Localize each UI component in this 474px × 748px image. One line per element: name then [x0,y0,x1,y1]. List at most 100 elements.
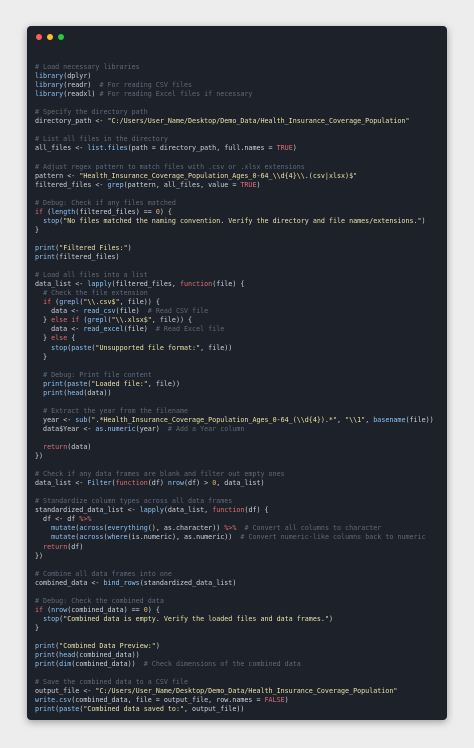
code-line: # Extract the year from the filename [35,407,447,416]
code-line: # Specify the directory path [35,108,447,117]
code-line: return(data) [35,443,447,452]
code-line: } else { [35,334,447,343]
code-line: df <- df %>% [35,515,447,524]
code-line: data_list <- Filter(function(df) nrow(df… [35,479,447,488]
code-line: mutate(across(where(is.numeric), as.nume… [35,533,447,542]
code-token: stop [43,614,60,623]
code-token: nrow [51,605,68,614]
code-token: "Combined data is empty. Verify the load… [63,614,329,623]
code-line: write.csv(combined_data, file = output_f… [35,696,447,705]
code-token: (filtered_files) [55,253,120,262]
maximize-dot[interactable] [58,34,64,40]
code-line: filtered_files <- grep(pattern, all_file… [35,181,447,190]
code-token: , data_list) [216,479,265,488]
code-line: print(filtered_files) [35,253,447,262]
code-token: pattern [35,171,68,180]
code-token: , file)) { [119,298,160,307]
code-token: ) [155,642,160,651]
code-line: data <- read_csv(file) # Read CSV file [35,307,447,316]
code-token: "Loaded file:" [91,379,148,388]
code-token: "Health_Insurance_Coverage_Population_Ag… [79,171,358,180]
code-token: <- [91,578,104,587]
code-token: ) [284,696,289,705]
code-token: function [179,280,213,289]
code-token: ) [328,614,333,623]
code-line: if (grepl("\\.csv$", file)) { [35,298,447,307]
code-token: lapply [87,280,112,289]
code-token: ( [43,207,52,216]
code-line: } [35,353,447,362]
code-token: stop [43,216,60,225]
code-token: print [43,388,64,397]
code-token: filtered_files [35,180,96,189]
code-line: output_file <- "C:/Users/User_Name/Deskt… [35,687,447,696]
code-token: # Add a Year column [167,424,245,433]
close-dot[interactable] [36,34,42,40]
code-line: print(paste("Combined data saved to:", o… [35,705,447,714]
code-token: across [79,524,104,533]
code-line: library(dplyr) [35,72,447,81]
code-token: "Unsupported file format:" [95,343,201,352]
code-token: library [35,90,64,99]
code-token: print [35,253,56,262]
code-token: "C:/Users/User_Name/Desktop/Demo_Data/He… [95,687,398,696]
code-line: if (length(filtered_files) == 0) { [35,208,447,217]
code-token: (readr) [63,81,100,90]
code-token: # Read CSV file [147,307,209,316]
code-token: nrow [167,479,185,488]
code-token: lapply [139,506,164,515]
code-token: else if [51,316,80,325]
code-token: (data) [67,443,92,452]
code-token: print [35,243,56,252]
code-line: } [35,624,447,633]
code-token: paste [67,379,88,388]
code-token: (), as.character)) [147,524,225,533]
code-token: (combined_data, file = output_file, row.… [71,696,265,705]
code-token: data <- [35,325,84,334]
code-token: ) [127,243,132,252]
code-token: (df) > [184,479,213,488]
code-token: # Standardize column types across all da… [35,497,233,506]
code-token: data <- [35,307,84,316]
code-token: (dplyr) [63,72,92,81]
code-token: stop [51,343,68,352]
code-token: if [43,298,52,307]
code-token: } [35,316,52,325]
code-token: # Load all files into a list [35,271,148,280]
code-token: <- [127,506,140,515]
code-token: # Check if any data frames are blank and… [35,470,285,479]
code-token: as.numeric [95,424,136,433]
minimize-dot[interactable] [47,34,53,40]
code-line: # Load necessary libraries [35,63,447,72]
code-token: # Check the file extension [43,289,148,298]
code-token: <- [75,479,88,488]
code-token: (df) { [244,506,269,515]
code-line: print(head(data)) [35,389,447,398]
code-token: output_file [35,687,84,696]
code-token: <- [75,144,88,153]
code-line: # Load all files into a list [35,271,447,280]
code-token: if [35,605,44,614]
code-line: # Combine all data frames into one [35,570,447,579]
code-line: print(paste("Loaded file:", file)) [35,380,447,389]
code-token: (combined_data) == [67,605,144,614]
code-token: # For reading Excel files if necessary [99,90,253,99]
code-token: , file)) [147,379,180,388]
code-token: }) [35,551,44,560]
code-token: data_list [35,479,76,488]
code-token: print [35,705,56,714]
code-token: (path = directory_path, full.names = [127,144,277,153]
code-token: ) { [159,207,172,216]
code-token: list.files [87,144,128,153]
code-token: , output_file)) [184,705,245,714]
code-token: (readxl) [63,90,100,99]
code-token: # Combine all data frames into one [35,569,172,578]
